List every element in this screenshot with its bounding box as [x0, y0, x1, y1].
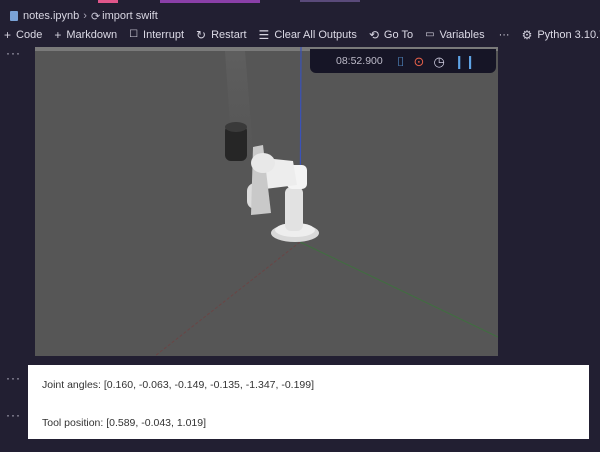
restart-icon: ↻	[196, 28, 207, 42]
output-more-icon[interactable]: ···	[6, 408, 21, 422]
restart-button[interactable]: ↻ Restart	[196, 29, 247, 41]
more-actions-button[interactable]: ···	[499, 29, 510, 41]
record-icon[interactable]: ⊙	[414, 55, 425, 68]
tab-accent	[160, 0, 260, 3]
add-markdown-button[interactable]: + Markdown	[54, 29, 117, 41]
output-more-icon[interactable]: ···	[6, 371, 21, 385]
cell-output: Joint angles: [0.160, -0.063, -0.149, -0…	[28, 365, 589, 439]
breadcrumb-file[interactable]: notes.ipynb	[23, 10, 79, 22]
robot-scene	[35, 47, 498, 356]
more-icon: ···	[498, 29, 510, 41]
go-to-icon: ⟲	[368, 28, 379, 42]
tab-accent	[98, 0, 118, 3]
joint-angles-text: Joint angles: [0.160, -0.063, -0.149, -0…	[42, 379, 315, 391]
cell-more-icon[interactable]: ···	[6, 46, 21, 60]
pause-icon[interactable]: ❙❙	[454, 55, 476, 68]
clear-outputs-button[interactable]: ☰ Clear All Outputs	[259, 29, 357, 41]
clear-all-icon: ☰	[258, 28, 270, 42]
tool-position-text: Tool position: [0.589, -0.043, 1.019]	[42, 417, 207, 429]
breadcrumb-cell[interactable]: import swift	[102, 10, 158, 22]
notebook-window: notes.ipynb › ⟳ import swift + Code + Ma…	[0, 0, 600, 452]
kernel-icon: ⚙	[521, 28, 533, 42]
x-axis-line	[154, 241, 301, 356]
add-code-button[interactable]: + Code	[4, 29, 42, 41]
notebook-toolbar: + Code + Markdown ☐ Interrupt ↻ Restart …	[0, 24, 600, 46]
kernel-label: Python 3.10.7	[537, 29, 600, 41]
kernel-picker[interactable]: ⚙ Python 3.10.7	[522, 29, 600, 41]
cell-icon: ⟳	[90, 10, 101, 23]
interrupt-label: Interrupt	[143, 29, 185, 41]
viewer-controls: 08:52.900 ⌷ ⊙ ◷ ❙❙	[310, 49, 496, 73]
y-axis-line	[299, 241, 498, 338]
variables-label: Variables	[439, 29, 485, 41]
plus-icon: +	[54, 28, 62, 42]
stop-icon: ☐	[129, 29, 139, 40]
sim-time: 08:52.900	[336, 55, 383, 67]
restart-label: Restart	[211, 29, 247, 41]
go-to-button[interactable]: ⟲ Go To	[369, 29, 413, 41]
add-code-label: Code	[16, 29, 43, 41]
interrupt-button[interactable]: ☐ Interrupt	[129, 29, 184, 41]
variables-icon: ▭	[425, 29, 435, 40]
variables-button[interactable]: ▭ Variables	[425, 29, 485, 41]
3d-viewer[interactable]	[35, 47, 498, 356]
clear-outputs-label: Clear All Outputs	[274, 29, 357, 41]
notebook-file-icon	[10, 11, 18, 21]
chevron-right-icon: ›	[83, 10, 87, 22]
clock-icon[interactable]: ◷	[433, 55, 444, 68]
breadcrumb: notes.ipynb › ⟳ import swift	[0, 6, 600, 26]
add-markdown-label: Markdown	[66, 29, 118, 41]
camera-icon[interactable]: ⌷	[397, 55, 405, 68]
plus-icon: +	[4, 28, 12, 42]
go-to-label: Go To	[383, 29, 414, 41]
tab-accent	[300, 0, 360, 2]
